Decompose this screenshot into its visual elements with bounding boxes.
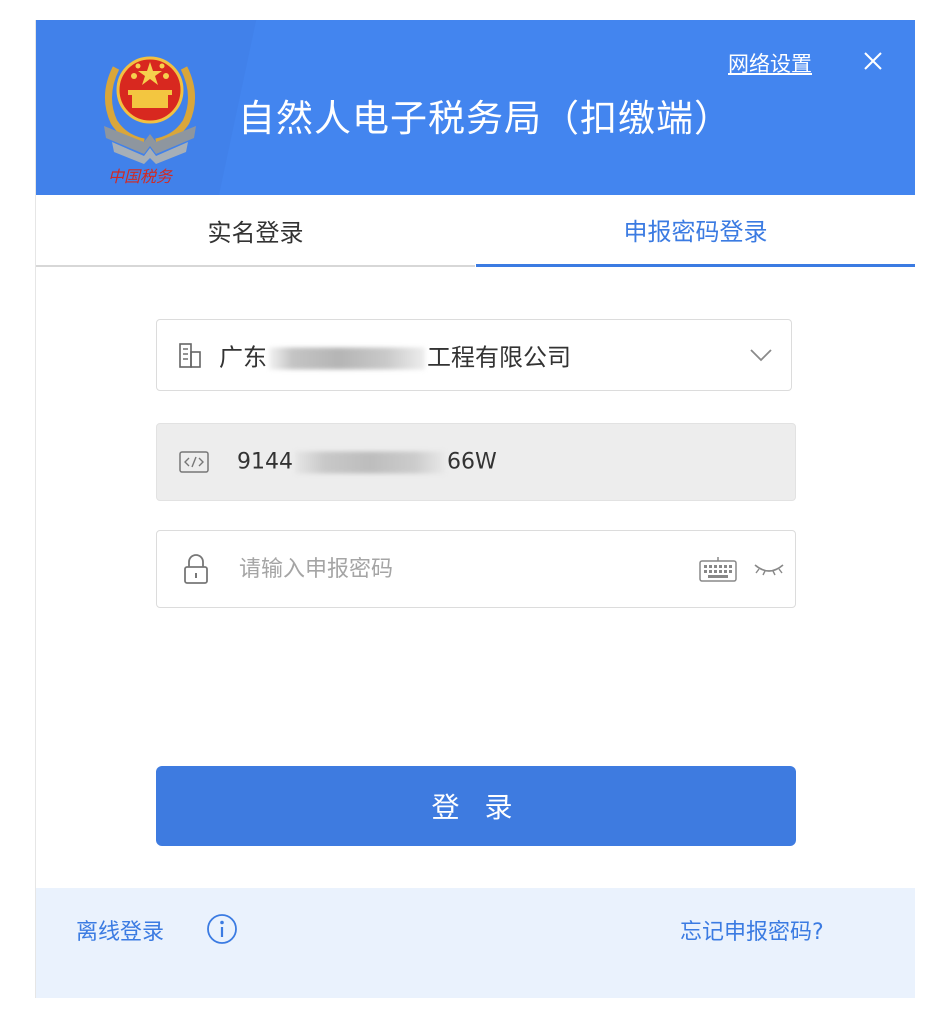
offline-login-link[interactable]: 离线登录 (76, 914, 164, 946)
code-icon (179, 451, 209, 473)
lock-icon (184, 554, 208, 584)
company-name-prefix: 广东 (219, 343, 267, 372)
header-banner: 中国税务 自然人电子税务局（扣缴端） 网络设置 (36, 20, 915, 195)
tax-id-prefix: 9144 (237, 449, 293, 475)
tax-id-value: 9144 66W (237, 450, 497, 475)
network-settings-link[interactable]: 网络设置 (728, 48, 812, 78)
chevron-down-icon[interactable] (749, 348, 773, 362)
company-name: 广东 工程有限公司 (219, 338, 571, 373)
tab-declaration-password-login[interactable]: 申报密码登录 (476, 195, 915, 267)
tax-id-suffix: 66W (447, 449, 497, 475)
login-window: 中国税务 自然人电子税务局（扣缴端） 网络设置 实名登录 申报密码登录 广东 工程… (36, 20, 915, 998)
company-name-suffix: 工程有限公司 (427, 343, 571, 372)
svg-text:中国税务: 中国税务 (108, 167, 174, 186)
forgot-password-link[interactable]: 忘记申报密码? (680, 914, 824, 946)
tab-realname-login[interactable]: 实名登录 (36, 195, 475, 267)
keyboard-icon[interactable] (699, 556, 737, 582)
redacted-blur (295, 451, 445, 474)
login-tabs: 实名登录 申报密码登录 (36, 195, 915, 267)
close-icon[interactable] (860, 48, 886, 74)
login-button[interactable]: 登 录 (156, 766, 796, 846)
redacted-blur (269, 347, 425, 370)
company-select[interactable]: 广东 工程有限公司 (156, 319, 792, 391)
tax-id-field: 9144 66W (156, 423, 796, 501)
password-field (156, 530, 796, 608)
footer-bar: 离线登录 忘记申报密码? (36, 888, 915, 998)
building-icon (179, 343, 201, 368)
tax-bureau-emblem-icon: 中国税务 (104, 56, 196, 186)
info-icon[interactable] (206, 913, 238, 945)
app-title: 自然人电子税务局（扣缴端） (238, 97, 732, 140)
eye-closed-icon[interactable] (753, 561, 785, 577)
password-input[interactable] (237, 548, 681, 590)
